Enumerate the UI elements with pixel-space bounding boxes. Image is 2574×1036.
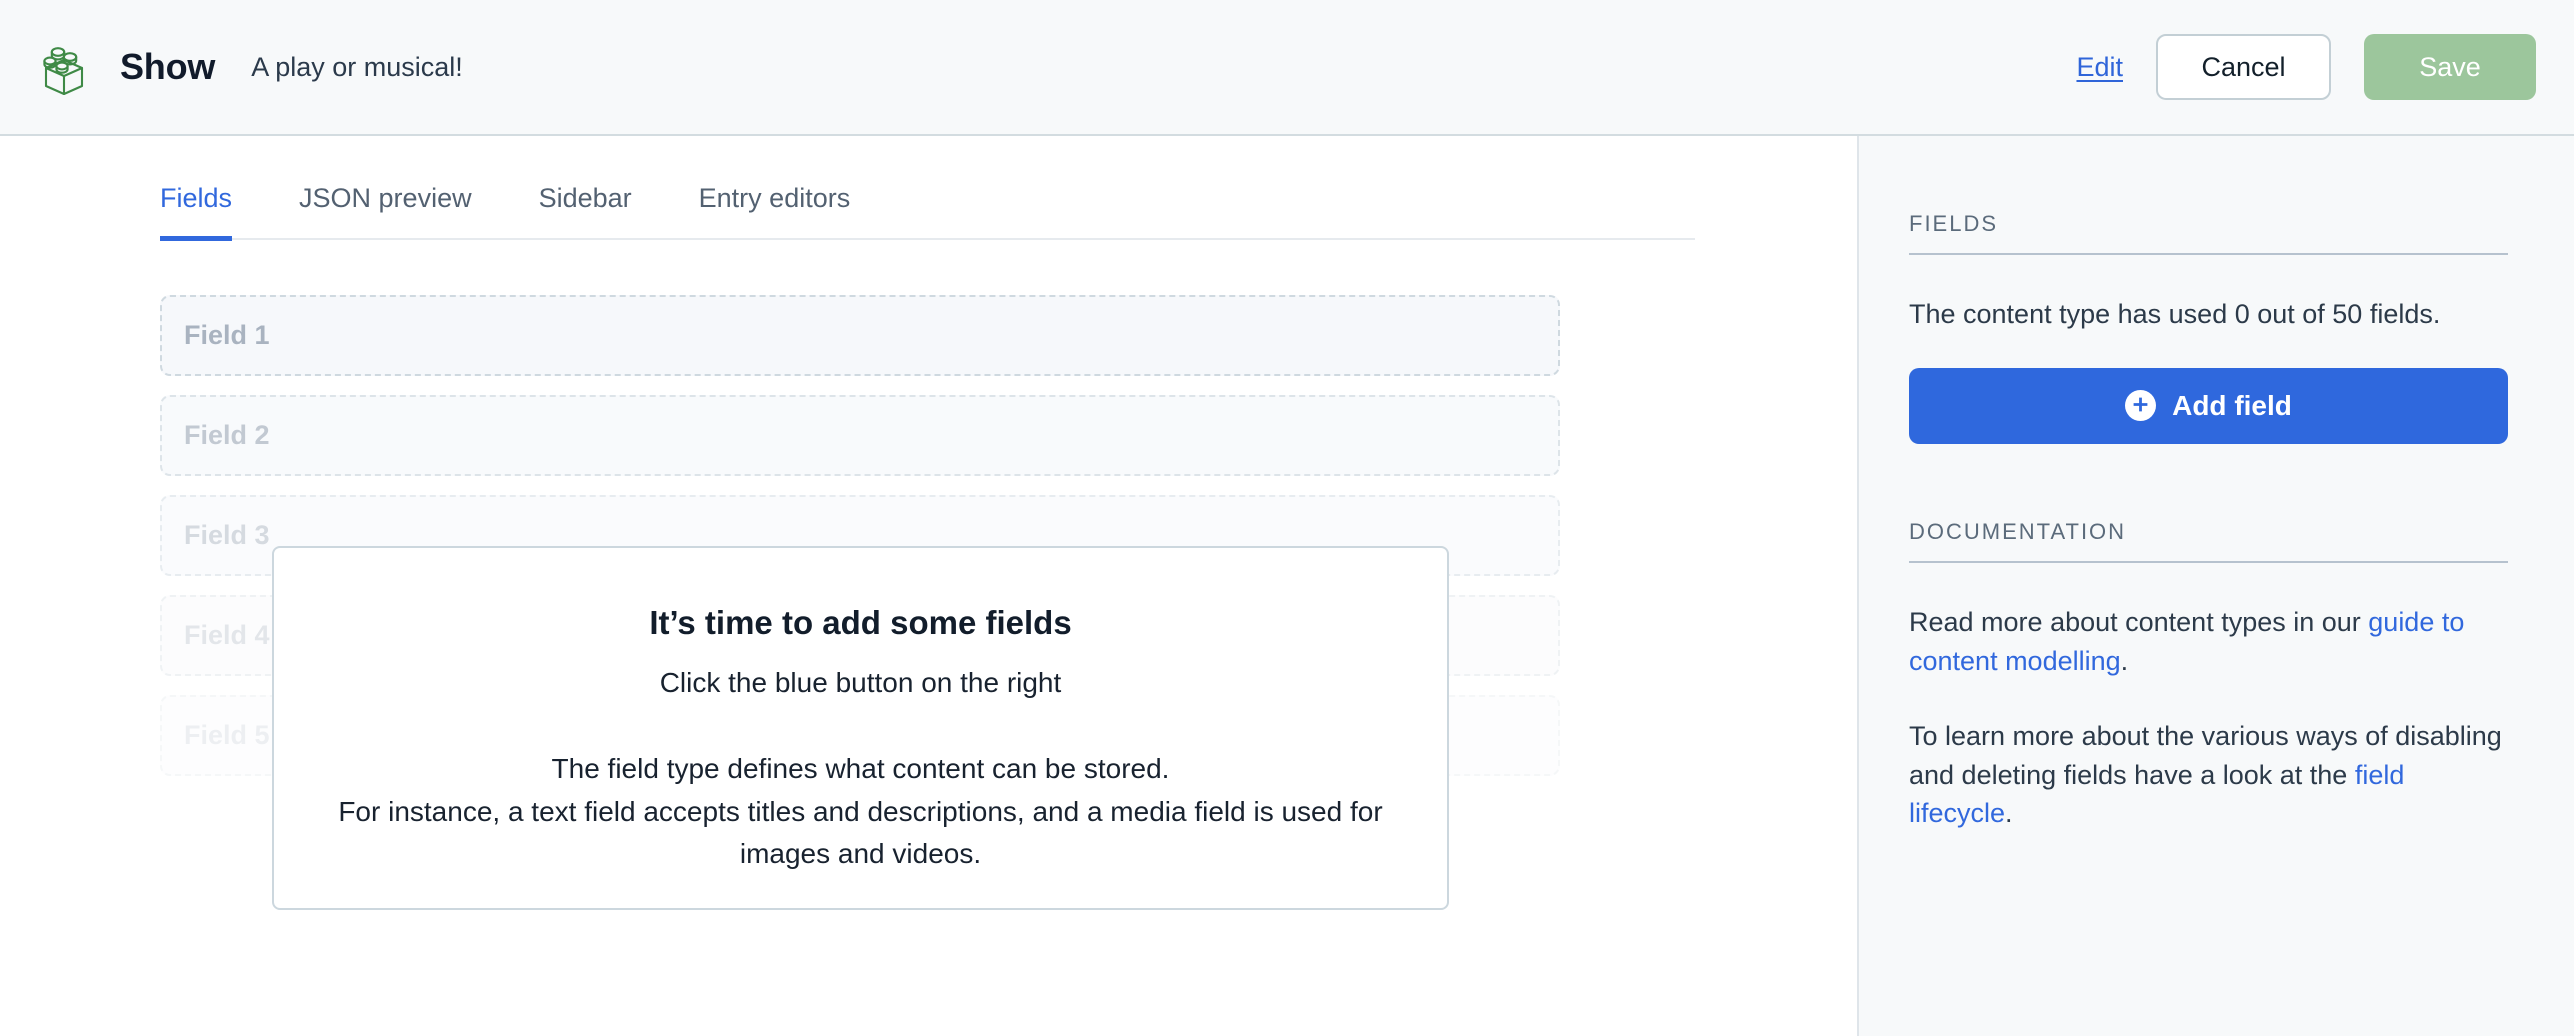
documentation-paragraph-2: To learn more about the various ways of …	[1909, 717, 2508, 834]
header-actions: Edit Cancel Save	[2076, 34, 2536, 100]
cancel-button[interactable]: Cancel	[2156, 34, 2331, 100]
sidebar-fields-heading: FIELDS	[1909, 211, 2508, 255]
content-type-brand: Show A play or musical!	[36, 39, 463, 96]
tab-bar: Fields JSON preview Sidebar Entry editor…	[160, 136, 1695, 241]
ghost-field-row: Field 1	[160, 295, 1560, 376]
content-type-brick-icon	[36, 39, 92, 96]
documentation-paragraph-1: Read more about content types in our gui…	[1909, 603, 2508, 681]
onboarding-title: It’s time to add some fields	[649, 604, 1072, 641]
content-type-editor-page: Show A play or musical! Edit Cancel Save…	[0, 0, 2574, 1036]
sidebar-documentation-heading: DOCUMENTATION	[1909, 519, 2508, 563]
sidebar-section-fields: FIELDS The content type has used 0 out o…	[1909, 211, 2508, 444]
ghost-field-row: Field 2	[160, 395, 1560, 476]
onboarding-body: The field type defines what content can …	[334, 748, 1387, 876]
onboarding-body-line-1: The field type defines what content can …	[551, 753, 1170, 784]
save-button[interactable]: Save	[2364, 34, 2536, 100]
main-content: Fields JSON preview Sidebar Entry editor…	[0, 136, 1857, 1036]
doc-p1-text-after: .	[2120, 645, 2129, 676]
edit-link[interactable]: Edit	[2076, 52, 2123, 83]
plus-circle-icon	[2125, 390, 2157, 422]
page-header: Show A play or musical! Edit Cancel Save	[0, 0, 2574, 136]
doc-p1-text-before: Read more about content types in our	[1909, 606, 2369, 637]
page-title: Show	[120, 46, 216, 87]
right-sidebar: FIELDS The content type has used 0 out o…	[1857, 136, 2574, 1036]
content-type-description: A play or musical!	[251, 51, 463, 82]
doc-p2-text-after: .	[2005, 798, 2013, 829]
tab-entry-editors[interactable]: Entry editors	[699, 183, 851, 241]
page-body: Fields JSON preview Sidebar Entry editor…	[0, 136, 2574, 1036]
tab-json-preview[interactable]: JSON preview	[299, 183, 472, 241]
onboarding-body-line-2: For instance, a text field accepts title…	[338, 795, 1383, 870]
tab-sidebar[interactable]: Sidebar	[539, 183, 632, 241]
onboarding-modal: It’s time to add some fields Click the b…	[272, 546, 1449, 910]
doc-p2-text-before: To learn more about the various ways of …	[1909, 720, 2502, 790]
sidebar-section-documentation: DOCUMENTATION Read more about content ty…	[1909, 519, 2508, 833]
add-field-label: Add field	[2172, 389, 2292, 421]
onboarding-subtitle: Click the blue button on the right	[659, 667, 1062, 698]
add-field-button[interactable]: Add field	[1909, 367, 2508, 444]
fields-usage-text: The content type has used 0 out of 50 fi…	[1909, 299, 2441, 329]
tab-fields[interactable]: Fields	[160, 183, 233, 241]
